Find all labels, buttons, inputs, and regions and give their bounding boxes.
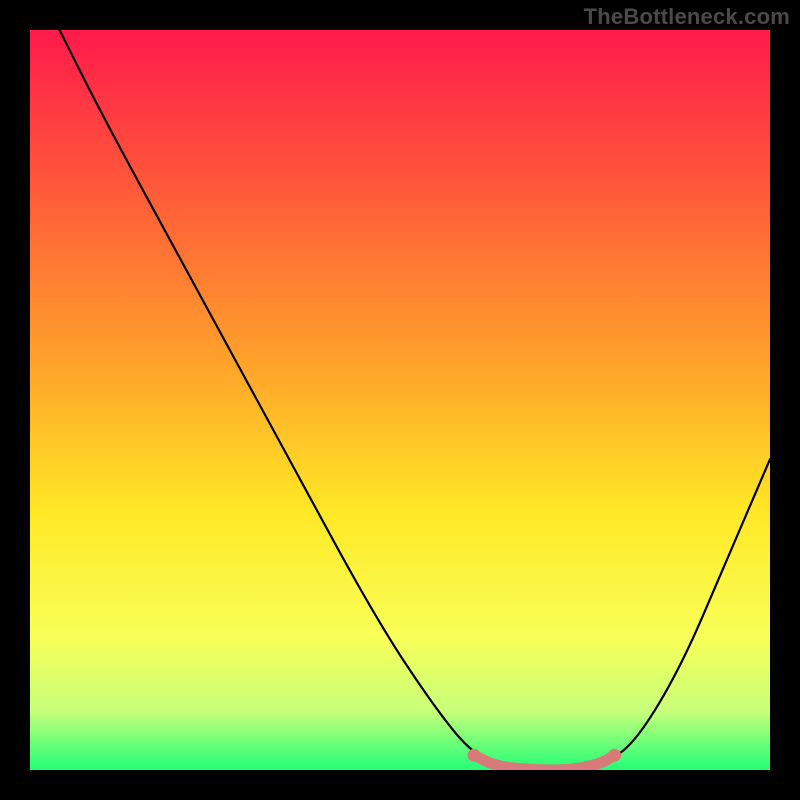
chart-frame: TheBottleneck.com	[0, 0, 800, 800]
watermark-text: TheBottleneck.com	[584, 4, 790, 30]
highlight-cap	[468, 749, 481, 762]
chart-svg	[30, 30, 770, 770]
gradient-background	[30, 30, 770, 770]
plot-area	[30, 30, 770, 770]
highlight-cap	[608, 749, 621, 762]
